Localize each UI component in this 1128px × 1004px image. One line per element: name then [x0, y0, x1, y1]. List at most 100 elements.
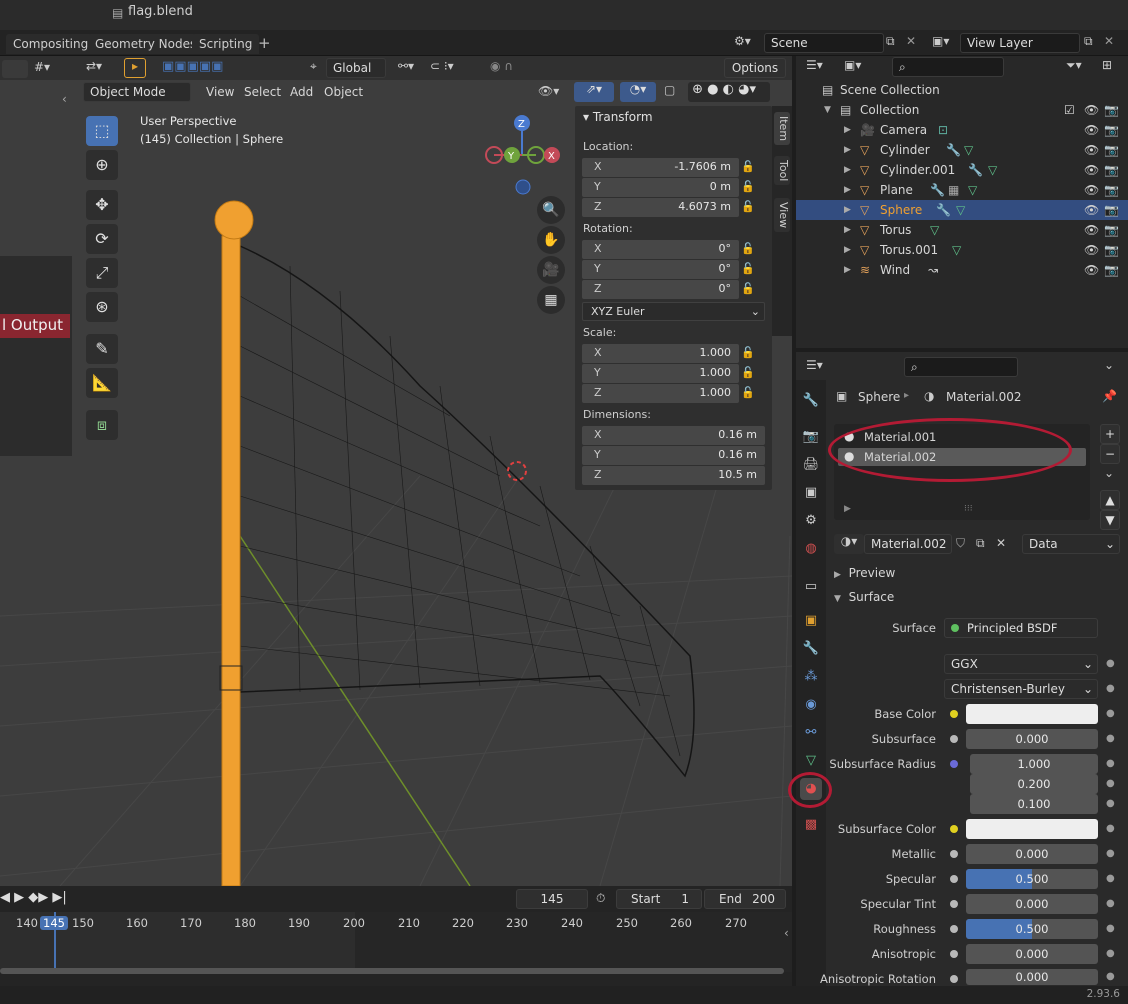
rotation-mode-select[interactable]: XYZ Euler ⌄ — [582, 302, 765, 321]
tab-tool[interactable]: Tool — [774, 156, 790, 186]
resize-grip-icon[interactable]: ⁝⁝⁝ — [964, 504, 973, 514]
socket-icon[interactable] — [950, 825, 958, 833]
grid-snap-icon[interactable]: #▾ — [34, 60, 50, 74]
menu-select[interactable]: Select — [239, 82, 286, 102]
end-frame-field[interactable]: End 200 — [704, 889, 786, 909]
socket-icon[interactable] — [950, 900, 958, 908]
timeline-scrollbar[interactable] — [0, 968, 784, 974]
eye-icon[interactable]: 👁 — [1084, 220, 1099, 240]
eye-icon[interactable]: 👁 — [1084, 260, 1099, 280]
eye-icon[interactable]: 👁 — [1084, 200, 1099, 220]
camera-icon[interactable]: 📷 — [1104, 180, 1119, 200]
navigation-gizmo[interactable]: Z Y X — [480, 112, 560, 202]
metallic-field[interactable]: 0.000 — [966, 844, 1098, 864]
lock-icon[interactable]: 🔓 — [741, 366, 755, 379]
select-mode-icons[interactable]: ▣▣▣▣▣ — [162, 59, 223, 74]
tool-tab-icon[interactable]: 🔧 — [800, 390, 822, 412]
expand-icon[interactable]: ▼ — [824, 100, 831, 120]
view-layer-tab-icon[interactable]: ▣ — [800, 482, 822, 504]
scene-icon[interactable]: ⚙▾ — [734, 34, 751, 48]
lock-icon[interactable]: 🔓 — [741, 386, 755, 399]
outliner-search-input[interactable]: ⌕ — [892, 57, 1004, 77]
pivot-icon[interactable]: ⚯▾ — [398, 59, 414, 73]
pin-icon[interactable]: 📌 — [1102, 389, 1117, 403]
dimensions-y-field[interactable]: Y 0.16 m — [582, 446, 765, 465]
expand-icon[interactable]: ▶ — [844, 220, 851, 240]
animate-icon[interactable]: ● — [1106, 898, 1115, 909]
eye-icon[interactable]: 👁 — [1084, 100, 1099, 120]
select-box-icon[interactable]: ⬚ — [86, 116, 118, 146]
unlink-icon[interactable]: ✕ — [996, 536, 1006, 550]
visibility-icon[interactable]: 👁▾ — [538, 84, 559, 98]
anisotropic-rotation-field[interactable]: 0.000 — [966, 969, 1098, 985]
tab-geometry-nodes[interactable]: Geometry Nodes — [88, 34, 204, 54]
select-tool-icon[interactable]: ▸ — [124, 58, 146, 78]
eye-icon[interactable]: 👁 — [1084, 160, 1099, 180]
outliner-item-plane[interactable]: ▶ ▽ Plane 🔧 ▦ ▽ 👁 📷 — [796, 180, 1128, 200]
anisotropic-field[interactable]: 0.000 — [966, 944, 1098, 964]
shading-modes-icon[interactable]: ⊕ ● ◐ ◕▾ — [688, 82, 770, 102]
animate-icon[interactable]: ● — [1106, 923, 1115, 934]
animate-icon[interactable]: ● — [1106, 778, 1115, 789]
subsurface-radius-x-field[interactable]: 1.000 — [970, 754, 1098, 774]
surface-shader-select[interactable]: Principled BSDF — [944, 618, 1098, 638]
scene-tab-icon[interactable]: ⚙ — [800, 510, 822, 532]
duplicate-icon[interactable]: ⧉ — [976, 536, 985, 551]
object-tab-icon[interactable]: ▣ — [800, 610, 822, 632]
remove-view-layer-icon[interactable]: ✕ — [1104, 34, 1114, 48]
specular-slider[interactable]: 0.500 — [966, 869, 1098, 889]
distribution-select[interactable]: GGX ⌄ — [944, 654, 1098, 674]
socket-icon[interactable] — [950, 975, 958, 983]
scale-icon[interactable]: ⤢ — [86, 258, 118, 288]
material-name-field[interactable]: Material.002 — [864, 534, 952, 554]
particles-tab-icon[interactable]: ⁂ — [800, 666, 822, 688]
location-z-field[interactable]: Z 4.6073 m — [582, 198, 739, 217]
socket-icon[interactable] — [950, 760, 958, 768]
socket-icon[interactable] — [950, 925, 958, 933]
expand-icon[interactable]: ▶ — [844, 504, 851, 514]
animate-icon[interactable]: ● — [1106, 873, 1115, 884]
scale-y-field[interactable]: Y 1.000 — [582, 364, 739, 383]
playhead-frame-label[interactable]: 145 — [40, 916, 68, 930]
lock-icon[interactable]: 🔓 — [741, 160, 755, 173]
eye-icon[interactable]: 👁 — [1084, 180, 1099, 200]
scene-field[interactable]: Scene — [764, 33, 884, 53]
filter-view-icon[interactable]: ▣▾ — [844, 58, 861, 72]
collection-tab-icon[interactable]: ▭ — [800, 576, 822, 598]
lock-icon[interactable]: 🔓 — [741, 200, 755, 213]
move-up-icon[interactable]: ▲ — [1100, 490, 1120, 510]
location-y-field[interactable]: Y 0 m — [582, 178, 739, 197]
zoom-icon[interactable]: 🔍 — [537, 196, 565, 224]
world-tab-icon[interactable]: ◍ — [800, 538, 822, 560]
lock-icon[interactable]: 🔓 — [741, 346, 755, 359]
filter-icon[interactable]: ⏷▾ — [1066, 58, 1082, 73]
camera-icon[interactable]: 📷 — [1104, 120, 1119, 140]
surface-panel-header[interactable]: ▼ Surface — [834, 590, 894, 604]
fake-user-icon[interactable]: ⛉ — [956, 536, 965, 551]
subsurface-color-field[interactable] — [966, 819, 1098, 839]
transform-header[interactable]: ▾ Transform — [583, 110, 653, 124]
animate-icon[interactable]: ● — [1106, 848, 1115, 859]
socket-icon[interactable] — [950, 850, 958, 858]
animate-icon[interactable]: ● — [1106, 708, 1115, 719]
outliner-item-wind[interactable]: ▶ ≋ Wind ↝ 👁 📷 — [796, 260, 1128, 280]
animate-icon[interactable]: ● — [1106, 798, 1115, 809]
camera-icon[interactable]: 📷 — [1104, 160, 1119, 180]
animate-icon[interactable]: ● — [1106, 683, 1115, 694]
socket-icon[interactable] — [950, 875, 958, 883]
chevron-down-icon[interactable]: ⌄ — [1104, 466, 1114, 480]
expand-icon[interactable]: ▶ — [844, 140, 851, 160]
move-icon[interactable]: ✥ — [86, 190, 118, 220]
output-tab-icon[interactable]: 🖨 — [800, 454, 822, 476]
scale-z-field[interactable]: Z 1.000 — [582, 384, 739, 403]
browse-material-icon[interactable]: ◑▾ — [834, 534, 864, 554]
camera-icon[interactable]: 📷 — [1104, 140, 1119, 160]
outliner-collection[interactable]: ▼ ▤ Collection ☑ 👁 📷 — [796, 100, 1128, 120]
view-layer-icon[interactable]: ▣▾ — [932, 34, 949, 48]
eye-icon[interactable]: 👁 — [1084, 240, 1099, 260]
current-frame-field[interactable]: 145 — [516, 889, 588, 909]
transform-tool-icon[interactable]: ⇄▾ — [86, 59, 102, 73]
orientation-icon[interactable]: ⌖ — [310, 59, 317, 74]
socket-icon[interactable] — [950, 710, 958, 718]
camera-icon[interactable]: 📷 — [1104, 260, 1119, 280]
